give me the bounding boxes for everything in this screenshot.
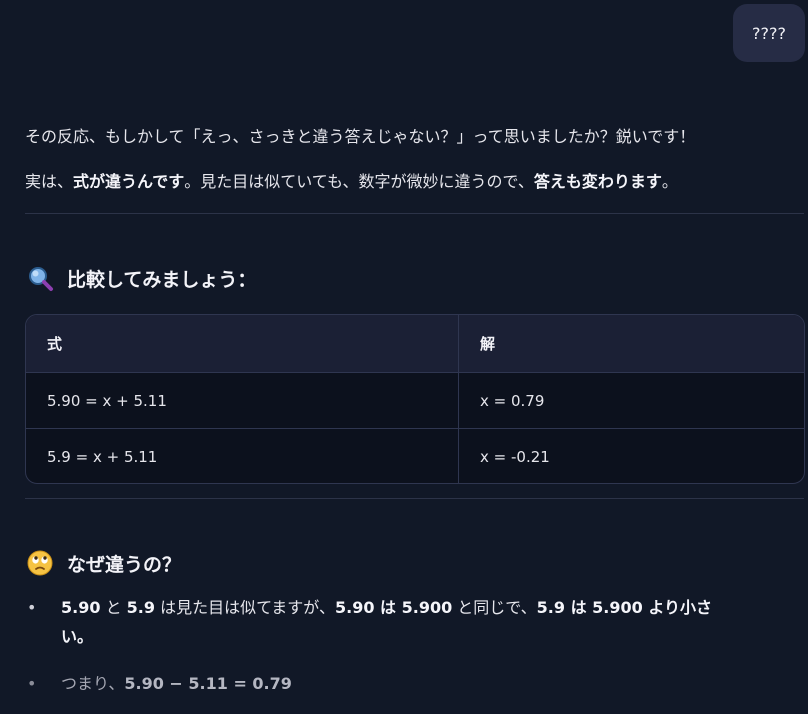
p2-text-2: 。見た目は似ていても、数字が微妙に違うので、 [184, 172, 534, 191]
p2-text-3: 。 [661, 172, 678, 191]
bold-text: 5.9 [126, 598, 156, 617]
bullet-dot: • [27, 598, 37, 617]
table-row: 5.9 = x + 5.11 x = -0.21 [26, 428, 804, 483]
p2-bold-1: 式が違うんです [73, 172, 185, 191]
face-with-rolling-eyes-icon [25, 549, 55, 577]
assistant-paragraph-1: その反応、もしかして「えっ、さっきと違う答えじゃない？」って思いましたか？鋭いで… [25, 127, 696, 146]
list-item: • つまり、5.90 − 5.11 = 0.79 [25, 669, 805, 698]
table-cell: x = 0.79 [480, 392, 545, 410]
list-text: と同じで、 [452, 598, 537, 617]
assistant-paragraph-2: 実は、式が違うんです。見た目は似ていても、数字が微妙に違うので、答えも変わります… [25, 171, 678, 193]
comparison-table: 式 解 5.90 = x + 5.11 x = 0.79 5.9 = x + 5… [25, 314, 805, 484]
list-item: • 5.90 と 5.9 は見た目は似てますが、5.90 は 5.900 と同じ… [25, 593, 805, 651]
table-cell: 5.9 = x + 5.11 [26, 429, 459, 483]
bold-text: い。 [61, 627, 94, 646]
list-text: と [100, 598, 127, 617]
explanation-list: • 5.90 と 5.9 は見た目は似てますが、5.90 は 5.900 と同じ… [25, 593, 805, 698]
section-title-why: なぜ違うの？ [67, 553, 182, 576]
table-header-cell: 式 [26, 315, 459, 372]
divider [25, 213, 804, 214]
p2-bold-2: 答えも変わります [533, 172, 662, 191]
bold-text: 5.90 は 5.900 [334, 598, 453, 617]
bullet-dot: • [27, 674, 37, 693]
divider [25, 498, 804, 499]
magnifying-glass-icon [25, 264, 55, 292]
table-header-cell: 解 [480, 335, 496, 353]
bold-text: 5.90 − 5.11 = 0.79 [124, 674, 292, 693]
table-cell: x = -0.21 [480, 448, 550, 466]
bold-text: 5.9 は 5.900 より小さ [536, 598, 713, 617]
user-message-text: ???? [752, 23, 786, 43]
p2-text-1: 実は、 [25, 172, 74, 191]
chat-page: ???? その反応、もしかして「えっ、さっきと違う答えじゃない？」って思いました… [0, 0, 808, 714]
list-text: つまり、 [61, 674, 125, 693]
table-header-row: 式 解 [26, 315, 804, 372]
user-message-bubble: ???? [733, 4, 805, 62]
bold-text: 5.90 [61, 598, 101, 617]
table-row: 5.90 = x + 5.11 x = 0.79 [26, 372, 804, 429]
list-text: は見た目は似てますが、 [155, 598, 335, 617]
table-cell: 5.90 = x + 5.11 [26, 373, 459, 429]
section-title-compare: 比較してみましょう： [67, 268, 257, 291]
section-heading-why: なぜ違うの？ [25, 549, 181, 577]
section-heading-compare: 比較してみましょう： [25, 264, 256, 292]
